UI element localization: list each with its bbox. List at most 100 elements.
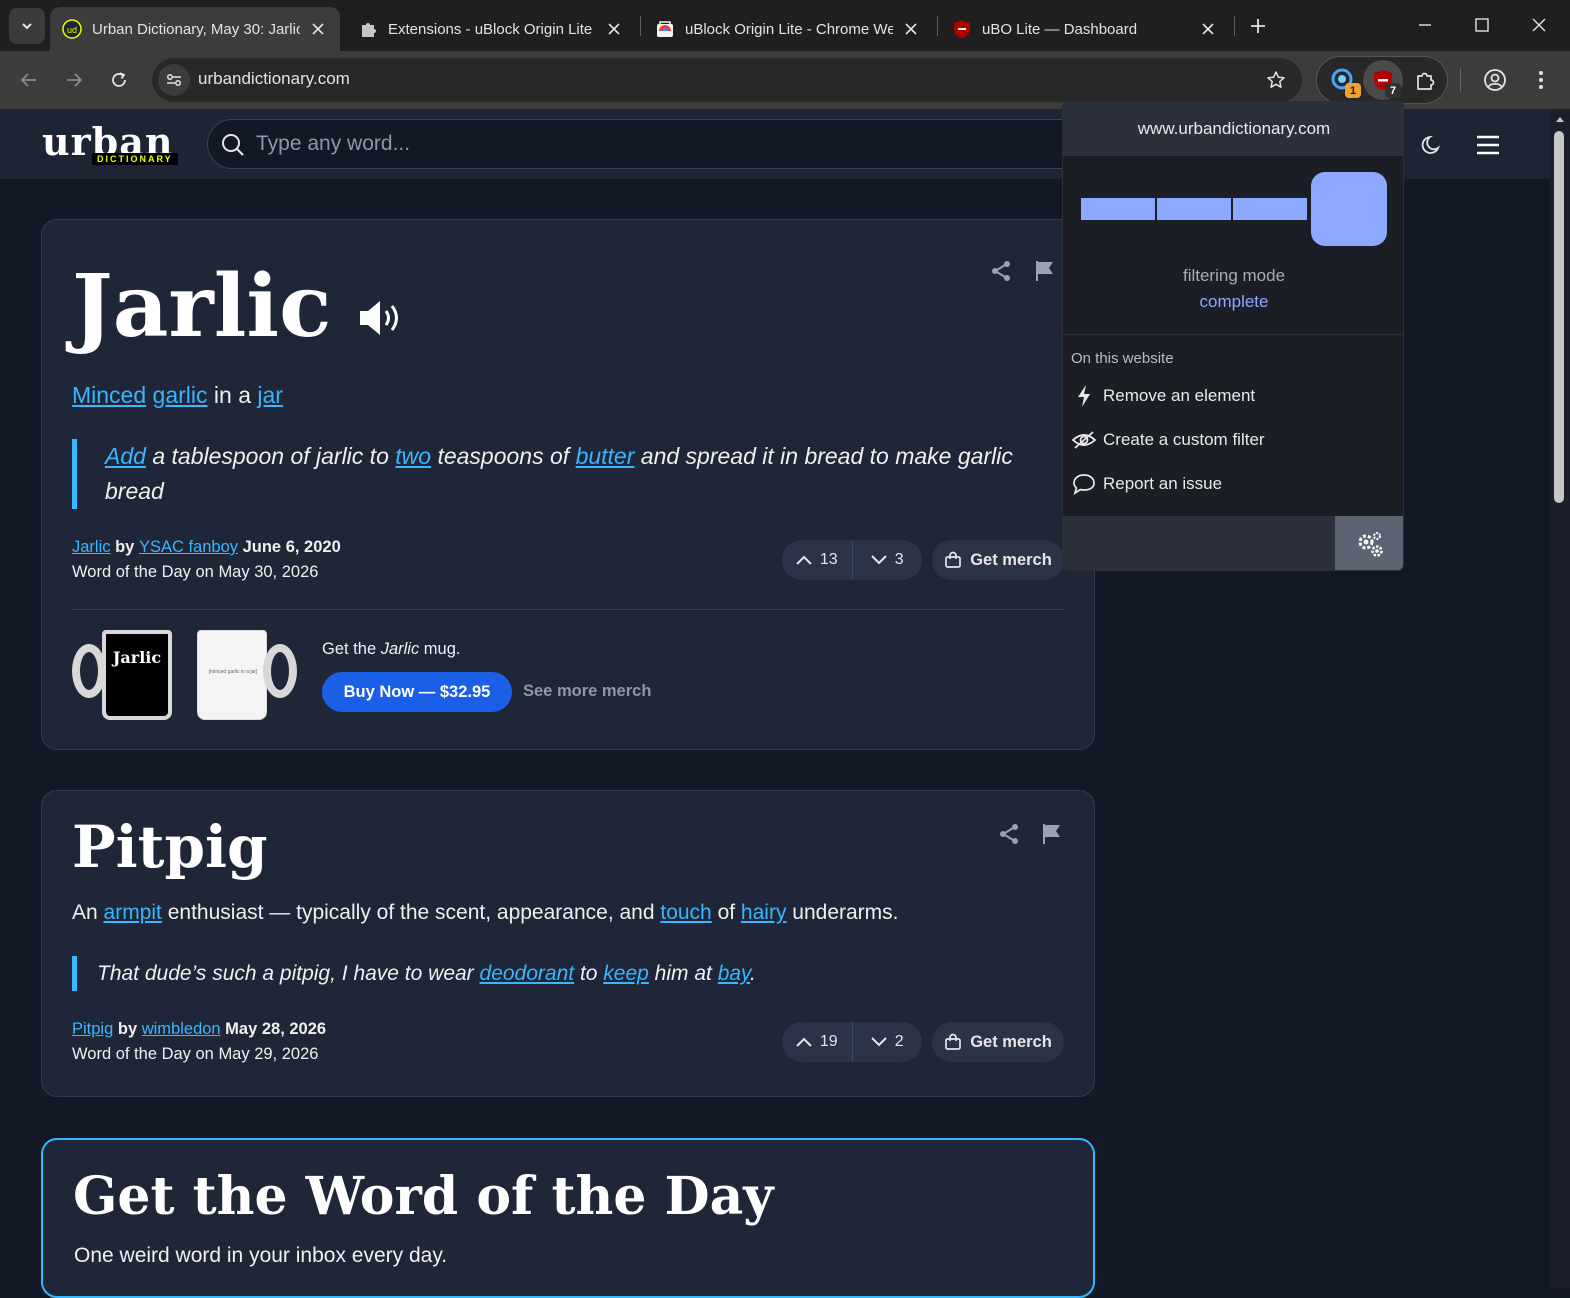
create-custom-filter-button[interactable]: Create a custom filter <box>1071 424 1391 456</box>
remove-element-button[interactable]: Remove an element <box>1071 380 1391 412</box>
wotd-signup-card: Get the Word of the Day One weird word i… <box>41 1138 1095 1298</box>
author-link[interactable]: YSAC fanboy <box>139 538 238 556</box>
mug-body: [minced garlic in a jar] <box>197 630 267 720</box>
filtering-mode-slider[interactable] <box>1081 172 1387 248</box>
filtering-mode-label: filtering mode <box>1182 266 1286 285</box>
speaker-icon[interactable] <box>358 298 408 338</box>
example-link[interactable]: deodorant <box>480 962 575 985</box>
definition-link[interactable]: hairy <box>741 901 787 924</box>
downvote-button[interactable]: 3 <box>853 540 923 580</box>
downvote-button[interactable]: 2 <box>853 1022 923 1062</box>
see-more-merch-link[interactable]: See more merch <box>523 682 651 701</box>
report-issue-button[interactable]: Report an issue <box>1071 468 1391 500</box>
slider-segment[interactable] <box>1157 198 1231 220</box>
example-plain: to <box>574 962 604 985</box>
tab-title: Urban Dictionary, May 30: Jarlic <box>92 20 300 38</box>
url-text[interactable]: urbandictionary.com <box>198 69 350 89</box>
author-link[interactable]: wimbledon <box>142 1020 221 1038</box>
upvote-button[interactable]: 19 <box>782 1022 853 1062</box>
flag-icon[interactable] <box>1032 258 1058 284</box>
tab-search-button[interactable] <box>9 8 45 44</box>
example-link[interactable]: keep <box>603 962 649 985</box>
mug-text: Jarlic <box>112 648 162 667</box>
chevron-down-icon <box>871 555 887 565</box>
definition-link[interactable]: Minced <box>72 382 146 408</box>
site-search-bar[interactable] <box>207 119 1107 169</box>
get-merch-label: Get merch <box>970 1032 1052 1051</box>
minimize-button[interactable] <box>1408 10 1442 40</box>
scroll-thumb[interactable] <box>1554 131 1564 503</box>
forward-button[interactable] <box>57 63 91 97</box>
mug-front-image[interactable]: Jarlic <box>72 630 172 720</box>
close-icon[interactable] <box>901 19 921 39</box>
ubo-lite-popup: www.urbandictionary.com filtering mode c… <box>1062 101 1404 571</box>
menu-item-label: Create a custom filter <box>1103 430 1265 449</box>
profile-button[interactable] <box>1478 63 1512 97</box>
example-link[interactable]: bay <box>718 962 750 985</box>
upvote-button[interactable]: 13 <box>782 540 853 580</box>
puzzle-icon <box>1417 72 1435 90</box>
definition-link[interactable]: jar <box>257 382 283 408</box>
dark-mode-toggle[interactable] <box>1416 129 1448 161</box>
tab-chrome-web-store[interactable]: uBlock Origin Lite - Chrome Web Store <box>643 7 933 51</box>
buy-now-button[interactable]: Buy Now — $32.95 <box>322 672 512 712</box>
site-info-button[interactable] <box>158 64 190 96</box>
reload-button[interactable] <box>102 63 136 97</box>
tab-urban-dictionary[interactable]: ud Urban Dictionary, May 30: Jarlic <box>50 7 340 51</box>
hamburger-menu-button[interactable] <box>1472 129 1504 161</box>
word-title[interactable]: Jarlic <box>72 256 331 357</box>
example-link[interactable]: Add <box>105 443 146 469</box>
maximize-icon <box>1475 18 1489 32</box>
address-bar[interactable]: urbandictionary.com <box>152 58 1302 102</box>
close-window-button[interactable] <box>1522 10 1556 40</box>
close-icon[interactable] <box>604 19 624 39</box>
mug-back-text: [minced garlic in a jar] <box>208 669 258 675</box>
tune-icon <box>167 74 181 86</box>
urban-dictionary-logo[interactable]: urban DICTIONARY <box>42 119 192 171</box>
slider-knob[interactable] <box>1311 172 1387 246</box>
chevron-down-icon <box>871 1037 887 1047</box>
page-scrollbar[interactable] <box>1550 109 1570 1288</box>
definition-link[interactable]: armpit <box>104 901 162 924</box>
arrow-left-icon <box>20 73 36 87</box>
maximize-button[interactable] <box>1465 10 1499 40</box>
word-title[interactable]: Pitpig <box>72 813 268 881</box>
vpn-extension-button[interactable]: 1 <box>1323 60 1363 100</box>
tab-separator <box>937 16 938 36</box>
share-icon[interactable] <box>988 258 1014 284</box>
get-merch-button[interactable]: Get merch <box>932 540 1064 580</box>
eye-slash-icon <box>1071 427 1097 453</box>
slider-segment[interactable] <box>1081 198 1155 220</box>
get-merch-button[interactable]: Get merch <box>932 1022 1064 1062</box>
close-icon[interactable] <box>308 19 328 39</box>
bookmark-star-icon[interactable] <box>1264 68 1288 92</box>
browser-menu-button[interactable] <box>1524 63 1558 97</box>
entry-meta: Pitpig by wimbledon May 28, 2026 Word of… <box>72 1017 326 1067</box>
tab-ubo-dashboard[interactable]: uBO Lite — Dashboard <box>940 7 1230 51</box>
share-icon[interactable] <box>996 821 1022 847</box>
shopping-bag-icon <box>945 1033 962 1050</box>
example-link[interactable]: butter <box>576 443 635 469</box>
definition-link[interactable]: garlic <box>153 382 208 408</box>
dashboard-button[interactable] <box>1335 516 1403 570</box>
slider-segment[interactable] <box>1233 198 1307 220</box>
close-icon[interactable] <box>1198 19 1218 39</box>
ubo-lite-button[interactable]: 7 <box>1363 60 1403 100</box>
extensions-menu-button[interactable] <box>1405 60 1445 100</box>
new-tab-button[interactable] <box>1244 12 1272 40</box>
flag-icon[interactable] <box>1039 821 1065 847</box>
scroll-up-arrow-icon[interactable] <box>1554 113 1566 125</box>
mug-back-image[interactable]: [minced garlic in a jar] <box>197 630 297 720</box>
word-link[interactable]: Pitpig <box>72 1020 113 1038</box>
tab-extensions[interactable]: Extensions - uBlock Origin Lite <box>346 7 636 51</box>
definition-text: An armpit enthusiast — typically of the … <box>72 901 899 925</box>
definition-link[interactable]: touch <box>660 901 711 924</box>
profile-icon <box>1484 69 1506 91</box>
example-link[interactable]: two <box>395 443 431 469</box>
menu-item-label: Report an issue <box>1103 474 1223 493</box>
word-link[interactable]: Jarlic <box>72 538 111 556</box>
popup-divider <box>1063 334 1403 335</box>
vote-group: 19 2 <box>782 1022 922 1062</box>
search-input[interactable] <box>256 128 1056 160</box>
back-button[interactable] <box>12 63 46 97</box>
